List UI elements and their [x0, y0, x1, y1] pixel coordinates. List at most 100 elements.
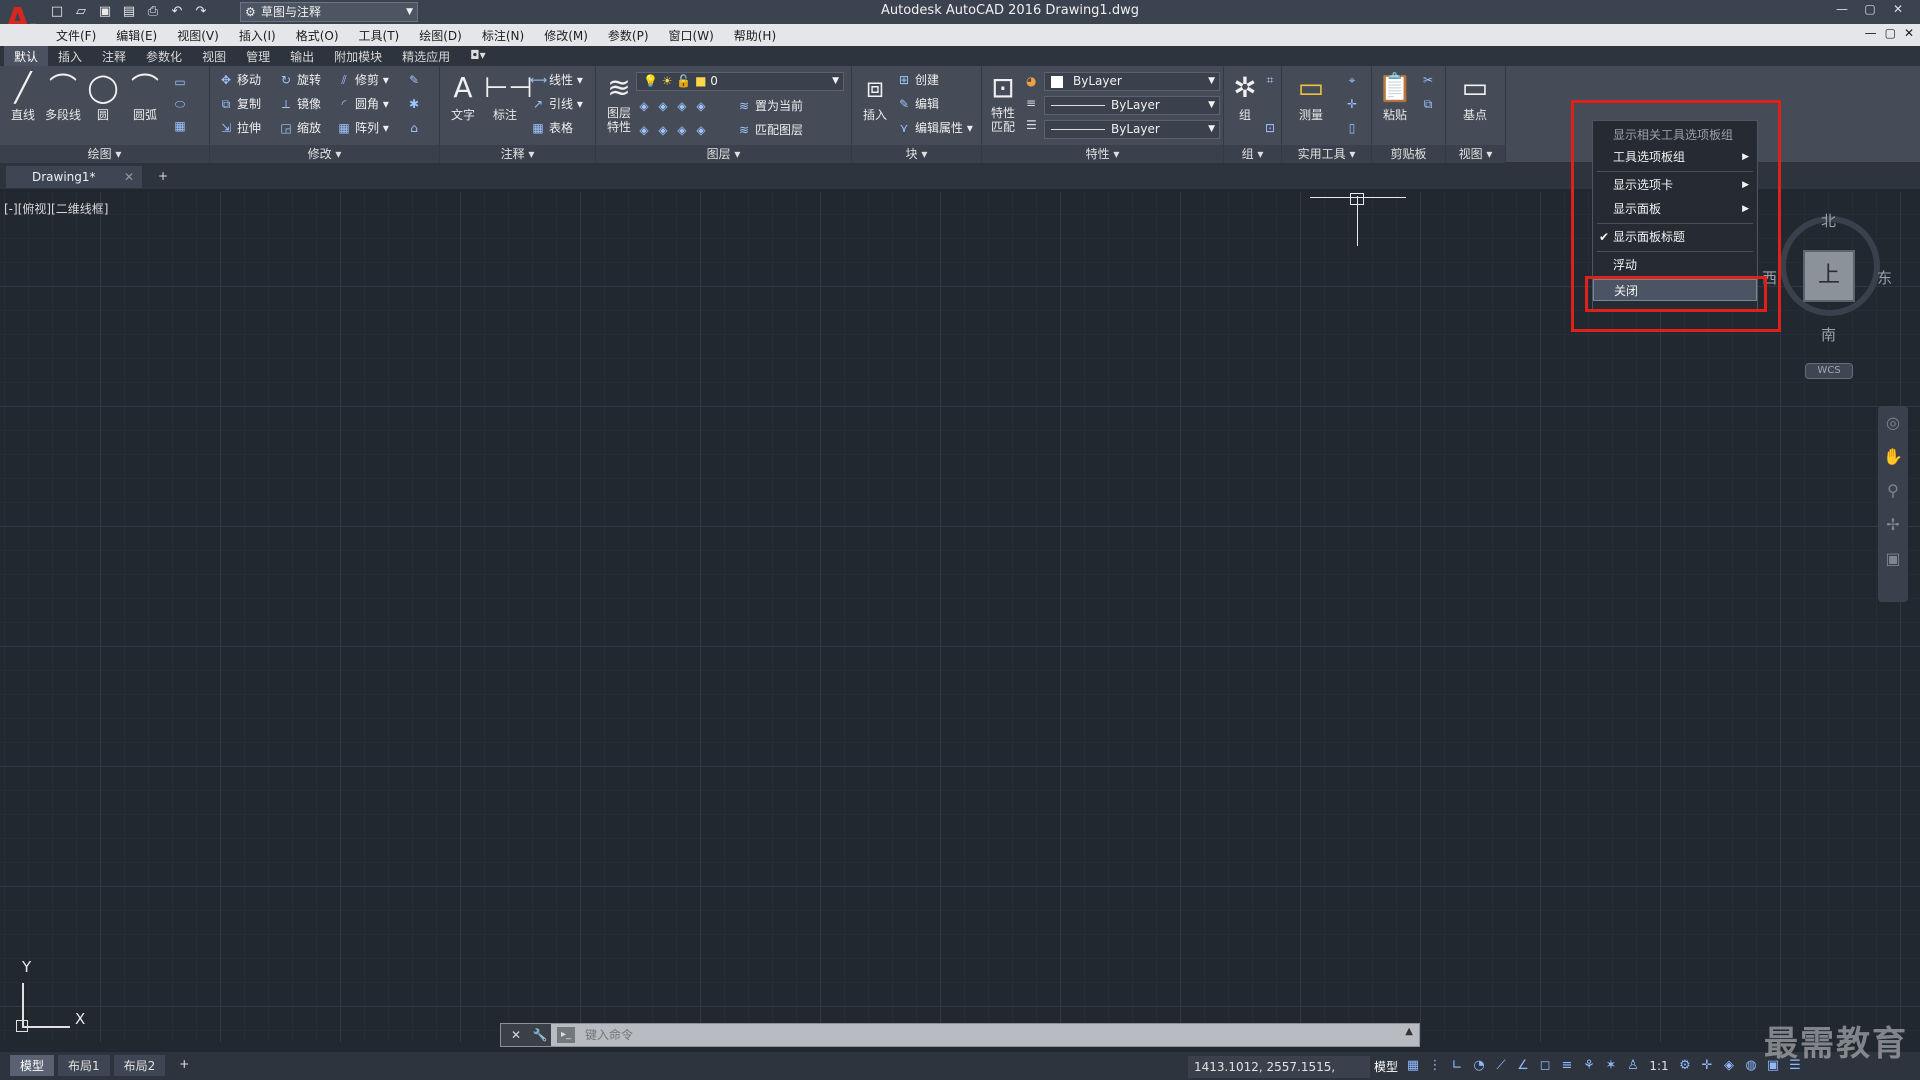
- ortho-icon[interactable]: ∟: [1448, 1056, 1466, 1076]
- workspace-gear-icon[interactable]: ⚙: [1676, 1056, 1694, 1076]
- command-input[interactable]: [585, 1026, 1385, 1044]
- tab-default[interactable]: 默认: [4, 46, 49, 67]
- menu-view[interactable]: 视图(V): [167, 27, 229, 44]
- doc-close-button[interactable]: ✕: [1904, 26, 1914, 40]
- offset-button[interactable]: ⌂: [406, 118, 425, 138]
- snap-icon[interactable]: ⋮: [1426, 1056, 1444, 1076]
- panel-clipboard-title[interactable]: 剪贴板: [1372, 145, 1445, 163]
- compass-east[interactable]: 东: [1877, 267, 1892, 288]
- viewcube-top-face[interactable]: 上: [1803, 250, 1855, 302]
- menu-window[interactable]: 窗口(W): [659, 27, 724, 44]
- menu-tools[interactable]: 工具(T): [349, 27, 410, 44]
- array-button[interactable]: ▦ 阵列 ▾: [336, 118, 389, 138]
- hatch-button[interactable]: ⬭: [172, 94, 191, 114]
- panel-block-title[interactable]: 块 ▾: [852, 145, 981, 163]
- doc-minimize-button[interactable]: —: [1865, 26, 1877, 40]
- menu-modify[interactable]: 修改(M): [534, 27, 598, 44]
- command-prompt-icon[interactable]: ▸_: [557, 1027, 575, 1043]
- cut-button[interactable]: ✂: [1420, 70, 1439, 90]
- tab-view[interactable]: 视图: [192, 46, 236, 67]
- polar-icon[interactable]: ◔: [1470, 1056, 1488, 1076]
- layout-tab-layout2[interactable]: 布局2: [113, 1055, 166, 1076]
- erase-button[interactable]: ✎: [406, 70, 425, 90]
- wcs-menu-button[interactable]: WCS: [1805, 363, 1853, 379]
- layer-tools-row2[interactable]: ◈ ◈ ◈ ◈: [636, 120, 712, 140]
- layer-dropdown[interactable]: 💡 ☀ 🔓 ■ 0 ▼: [636, 72, 844, 91]
- arc-button[interactable]: ⌒ 圆弧: [124, 70, 166, 123]
- menu-parametric[interactable]: 参数(P): [598, 27, 659, 44]
- region-button[interactable]: ▦: [172, 116, 191, 136]
- new-icon[interactable]: □: [48, 3, 66, 21]
- menu-help[interactable]: 帮助(H): [724, 27, 786, 44]
- new-tab-button[interactable]: +: [154, 168, 172, 184]
- maximize-button[interactable]: ▢: [1856, 0, 1884, 20]
- tab-featured-apps[interactable]: 精选应用: [392, 46, 460, 67]
- linetype-dropdown[interactable]: ByLayer ▼: [1044, 96, 1220, 115]
- mirror-button[interactable]: ⟂ 镜像: [278, 94, 321, 114]
- wrench-icon[interactable]: 🔧: [533, 1028, 548, 1042]
- redo-icon[interactable]: ↷: [192, 3, 210, 21]
- rotate-button[interactable]: ↻ 旋转: [278, 70, 321, 90]
- paste-button[interactable]: 📋 粘贴: [1374, 70, 1416, 123]
- model-space-toggle[interactable]: 模型: [1374, 1058, 1398, 1075]
- tab-insert[interactable]: 插入: [48, 46, 92, 67]
- panel-draw-title[interactable]: 绘图 ▾: [0, 145, 209, 163]
- compass-south[interactable]: 南: [1821, 324, 1836, 345]
- select-all-button[interactable]: ▯: [1344, 118, 1363, 138]
- ungroup-button[interactable]: ⌗: [1262, 70, 1281, 90]
- layer-tools-row1[interactable]: ◈ ◈ ◈ ◈: [636, 96, 712, 116]
- layer-properties-button[interactable]: ≋ 图层 特性: [598, 70, 640, 134]
- color-dropdown[interactable]: ByLayer ▼: [1044, 72, 1220, 91]
- print-icon[interactable]: ⎙: [144, 3, 162, 21]
- table-button[interactable]: ▦ 表格: [530, 118, 573, 138]
- panel-view-title[interactable]: 视图 ▾: [1446, 145, 1505, 163]
- text-button[interactable]: A 文字: [442, 70, 484, 123]
- polyline-button[interactable]: ⌒ 多段线: [42, 70, 84, 123]
- line-button[interactable]: ╱ 直线: [2, 70, 44, 123]
- workspace-dropdown[interactable]: ⚙ 草图与注释 ▼: [240, 2, 418, 22]
- menu-file[interactable]: 文件(F): [46, 27, 106, 44]
- doc-restore-button[interactable]: ▢: [1885, 26, 1896, 40]
- pan-icon[interactable]: ✋: [1878, 440, 1908, 474]
- camera-icon[interactable]: ◘▾: [460, 46, 496, 67]
- leader-button[interactable]: ↗ 引线 ▾: [530, 94, 583, 114]
- panel-groups-title[interactable]: 组 ▾: [1224, 145, 1281, 163]
- set-current-button[interactable]: ≋ 置为当前: [736, 96, 803, 116]
- annotation-visibility-icon[interactable]: ⚘: [1580, 1056, 1598, 1076]
- coordinate-readout[interactable]: 1413.1012, 2557.1515, 0.0000: [1188, 1056, 1370, 1078]
- viewport-controls[interactable]: [-][俯视][二维线框]: [4, 200, 108, 217]
- menu-draw[interactable]: 绘图(D): [409, 27, 472, 44]
- chevron-up-icon[interactable]: ▲: [1405, 1026, 1413, 1037]
- explode-button[interactable]: ✱: [406, 94, 425, 114]
- create-block-button[interactable]: ⊞ 创建: [896, 70, 939, 90]
- tab-output[interactable]: 输出: [280, 46, 324, 67]
- grid-icon[interactable]: ▦: [1404, 1056, 1422, 1076]
- menu-insert[interactable]: 插入(I): [229, 27, 286, 44]
- add-layout-button[interactable]: +: [169, 1055, 199, 1076]
- isolate-objects-icon[interactable]: ◈: [1720, 1056, 1738, 1076]
- copy-clip-button[interactable]: ⧉: [1420, 94, 1439, 114]
- annotation-scale-icon[interactable]: ♙: [1624, 1056, 1642, 1076]
- steering-wheel-icon[interactable]: ◎: [1878, 406, 1908, 440]
- showmotion-icon[interactable]: ▣: [1878, 542, 1908, 576]
- group-button[interactable]: ✲ 组: [1224, 70, 1266, 123]
- match-layer-button[interactable]: ≋ 匹配图层: [736, 120, 803, 140]
- autoscale-icon[interactable]: ✶: [1602, 1056, 1620, 1076]
- menu-edit[interactable]: 编辑(E): [106, 27, 167, 44]
- tab-addins[interactable]: 附加模块: [324, 46, 392, 67]
- orbit-icon[interactable]: ✢: [1878, 508, 1908, 542]
- file-tab-drawing1[interactable]: Drawing1* ✕: [6, 166, 142, 188]
- osnap-icon[interactable]: ◻: [1536, 1056, 1554, 1076]
- fillet-button[interactable]: ◜ 圆角 ▾: [336, 94, 389, 114]
- undo-icon[interactable]: ↶: [168, 3, 186, 21]
- annotation-scale-value[interactable]: 1:1: [1646, 1056, 1672, 1076]
- close-icon[interactable]: ✕: [511, 1028, 521, 1042]
- lineweight-toggle-icon[interactable]: ≡: [1558, 1056, 1576, 1076]
- menu-format[interactable]: 格式(O): [286, 27, 349, 44]
- compass-north[interactable]: 北: [1821, 210, 1836, 231]
- copy-button[interactable]: ⧉ 复制: [218, 94, 261, 114]
- panel-layers-title[interactable]: 图层 ▾: [596, 145, 851, 163]
- dimension-button[interactable]: ⊢⊣ 标注: [484, 70, 533, 123]
- linear-button[interactable]: ⟷ 线性 ▾: [530, 70, 583, 90]
- tab-manage[interactable]: 管理: [236, 46, 280, 67]
